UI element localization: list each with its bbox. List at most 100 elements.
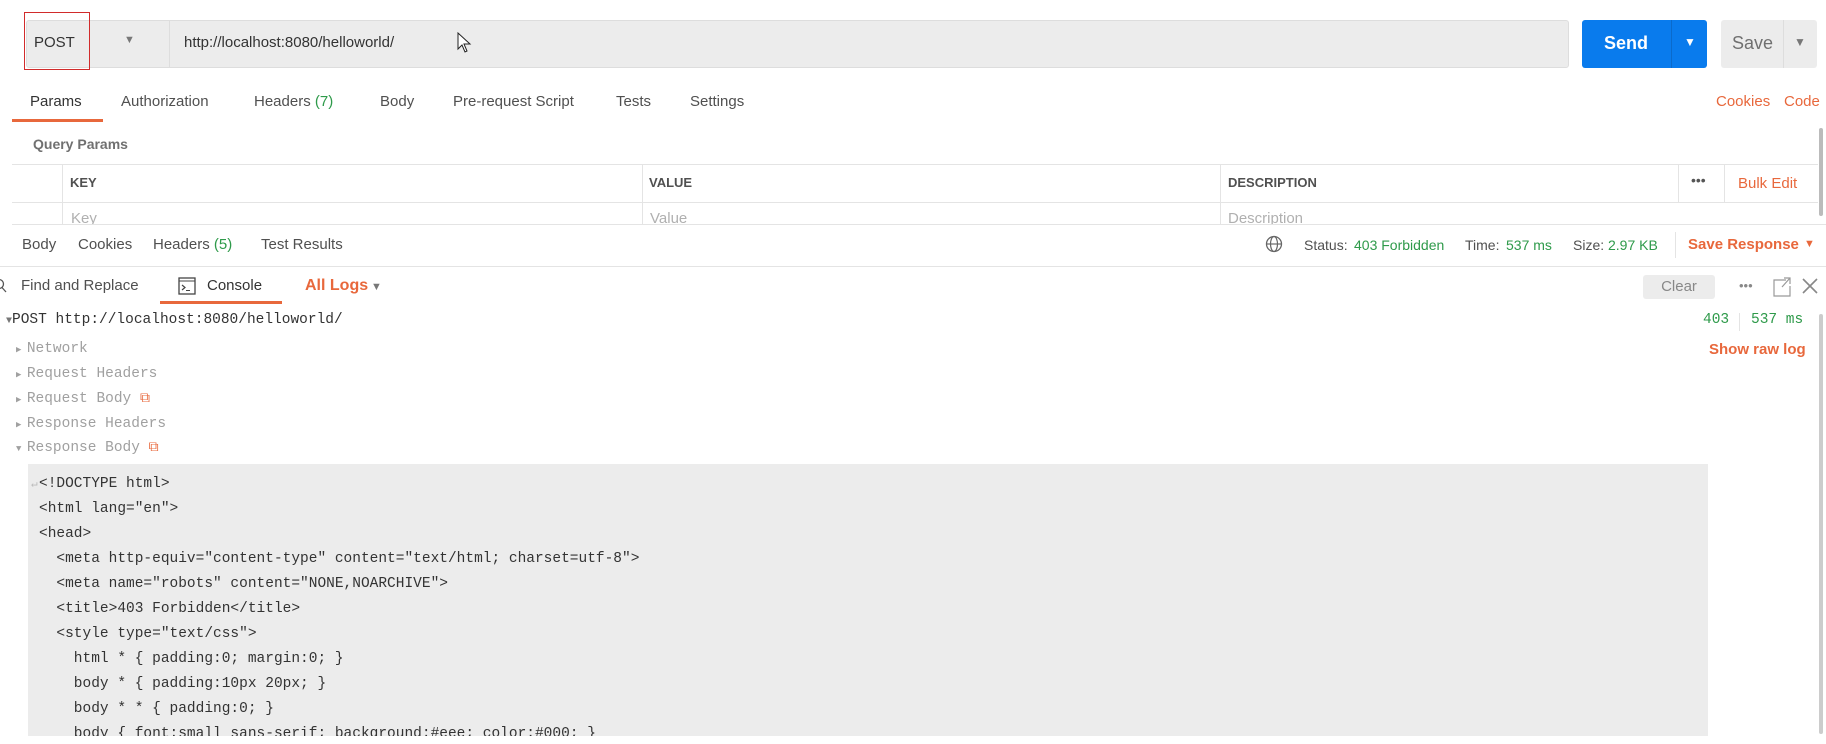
status-value: 403 Forbidden [1354,237,1445,253]
search-icon [0,278,7,293]
all-logs-dropdown[interactable]: All Logs [305,277,368,295]
active-tab-indicator [12,119,103,122]
section-request-headers[interactable]: ▶ Request Headers [16,366,157,382]
pop-out-icon[interactable] [1773,277,1791,297]
resp-tab-test-results[interactable]: Test Results [261,236,343,253]
value-input[interactable]: Value [650,210,687,224]
save-label: Save [1732,33,1774,53]
more-options-icon[interactable]: ••• [1739,278,1753,293]
divider [1671,20,1672,68]
code-link[interactable]: Code [1784,93,1820,110]
response-body-code: ↵ <!DOCTYPE html> <html lang="en"> <head… [28,464,1708,736]
return-icon: ↵ [31,479,38,491]
chevron-down-icon[interactable]: ▼ [1804,238,1815,250]
scrollbar[interactable] [1819,314,1823,734]
divider [1675,232,1676,258]
cookies-link[interactable]: Cookies [1716,93,1770,110]
send-label: Send [1604,33,1649,53]
save-response-button[interactable]: Save Response [1688,236,1799,253]
chevron-down-icon[interactable]: ▼ [1684,35,1696,49]
divider [1678,164,1679,202]
console-tab[interactable]: Console [207,277,262,294]
size-label: Size: [1573,237,1605,253]
key-input[interactable]: Key [71,210,97,224]
url-input[interactable]: http://localhost:8080/helloworld/ [184,34,394,51]
tab-body[interactable]: Body [380,93,414,110]
find-and-replace-tab[interactable]: Find and Replace [21,277,139,294]
close-icon[interactable] [1802,278,1818,294]
description-input[interactable]: Description [1228,210,1303,224]
caret-right-icon: ▶ [16,370,27,380]
send-button[interactable]: Send ▼ [1582,20,1707,68]
divider [12,224,1826,225]
resp-tab-cookies[interactable]: Cookies [78,236,132,253]
tab-pre-request-script[interactable]: Pre-request Script [453,93,574,110]
divider [12,164,1818,165]
show-raw-log-link[interactable]: Show raw log [1709,341,1806,358]
divider [0,266,1826,267]
code-line: <head> [39,526,92,542]
log-time: 537 ms [1751,312,1804,328]
divider [1739,313,1740,331]
log-status-code: 403 [1703,312,1730,328]
caret-right-icon: ▶ [16,420,27,430]
divider [1783,20,1784,68]
resp-tab-headers[interactable]: Headers (5) [153,236,232,253]
scrollbar[interactable] [1819,128,1823,216]
chevron-down-icon: ▼ [124,34,135,46]
clear-button[interactable]: Clear [1643,275,1715,299]
section-network[interactable]: ▶ Network [16,341,88,357]
code-line: body * { padding:10px 20px; } [39,676,327,692]
time-label: Time: [1465,237,1500,253]
status-label: Status: [1304,237,1348,253]
caret-right-icon: ▶ [16,395,27,405]
section-label: Response Headers [26,416,167,432]
section-label: Request Headers [26,366,158,382]
console-icon [178,277,196,295]
more-options-icon[interactable]: ••• [1691,172,1706,188]
column-header-key: KEY [70,175,97,190]
headers-count: (7) [314,93,334,110]
section-response-headers[interactable]: ▶ Response Headers [16,416,166,432]
save-button[interactable]: Save ▼ [1721,20,1817,68]
code-line: <html lang="en"> [39,501,179,517]
code-line: <style type="text/css"> [39,626,257,642]
tab-headers[interactable]: Headers (7) [254,93,333,110]
bulk-edit-link[interactable]: Bulk Edit [1738,175,1797,192]
chevron-down-icon[interactable]: ▼ [1794,35,1806,49]
chevron-down-icon[interactable]: ▼ [371,281,382,293]
size-value: 2.97 KB [1608,237,1658,253]
divider [1724,164,1725,202]
tab-label: Headers [254,93,311,110]
log-request-line: POST http://localhost:8080/helloworld/ [12,312,343,328]
section-label: Request Body [26,391,132,407]
section-request-body[interactable]: ▶ Request Body ⧉ [16,391,150,407]
highlight-box [24,12,90,70]
column-header-description: DESCRIPTION [1228,175,1317,190]
code-line: body { font:small sans-serif; background… [39,726,596,736]
globe-icon[interactable] [1265,235,1283,253]
section-response-body[interactable]: ▼ Response Body ⧉ [16,440,159,456]
open-external-icon[interactable]: ⧉ [140,391,150,407]
column-header-value: VALUE [649,175,693,190]
log-entry-title[interactable]: ▼POST http://localhost:8080/helloworld/ [6,312,343,328]
section-label: Response Body [26,440,140,456]
active-tab-indicator [160,301,282,304]
headers-count: (5) [213,236,233,253]
code-line: <meta http-equiv="content-type" content=… [39,551,640,567]
tab-label: Headers [153,236,210,253]
caret-right-icon: ▶ [16,345,27,355]
open-external-icon[interactable]: ⧉ [149,440,159,456]
query-params-title: Query Params [33,136,128,152]
code-line: <!DOCTYPE html> [39,476,170,492]
tab-params[interactable]: Params [30,93,82,110]
code-line: body * * { padding:0; } [39,701,274,717]
tab-authorization[interactable]: Authorization [121,93,209,110]
code-line: <meta name="robots" content="NONE,NOARCH… [39,576,448,592]
tab-settings[interactable]: Settings [690,93,744,110]
caret-down-icon: ▼ [16,444,27,454]
tab-tests[interactable]: Tests [616,93,651,110]
time-value: 537 ms [1506,237,1552,253]
code-line: html * { padding:0; margin:0; } [39,651,344,667]
resp-tab-body[interactable]: Body [22,236,56,253]
